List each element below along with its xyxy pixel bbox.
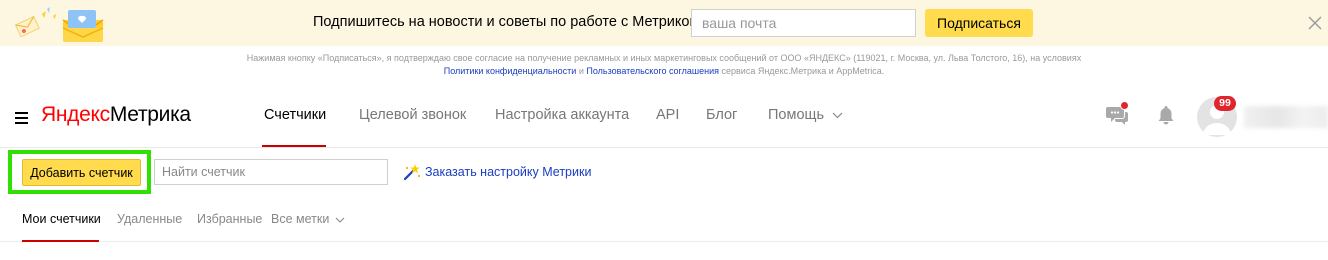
tab-favorites[interactable]: Избранные (197, 212, 262, 226)
bell-icon[interactable] (1157, 104, 1175, 126)
tab-active-indicator (22, 240, 99, 242)
username-blurred[interactable] (1244, 106, 1328, 128)
subscribe-button[interactable]: Подписаться (925, 9, 1033, 37)
chat-notification-dot (1120, 101, 1129, 110)
logo-product: Метрика (109, 103, 191, 126)
envelope-illustration-icon (14, 7, 104, 42)
magic-wand-icon (403, 164, 420, 181)
banner-headline: Подпишитесь на новости и советы по работ… (313, 14, 698, 30)
order-setup-label: Заказать настройку Метрики (425, 165, 592, 179)
legal-and: и (578, 66, 584, 76)
nav-help-label: Помощь (768, 107, 825, 123)
legal-consent-text: Нажимая кнопку «Подписаться», я подтверж… (246, 53, 1082, 63)
nav-active-indicator (262, 145, 326, 147)
close-icon[interactable] (1307, 15, 1323, 31)
nav-blog[interactable]: Блог (706, 107, 737, 123)
privacy-policy-link[interactable]: Политики конфиденциальности (444, 66, 577, 76)
email-input[interactable] (691, 9, 916, 37)
nav-help[interactable]: Помощь (768, 107, 843, 123)
counter-tabs: Мои счетчики Удаленные Избранные Все мет… (0, 200, 1328, 242)
nav-target-call[interactable]: Целевой звонок (359, 107, 466, 123)
legal-note: Нажимая кнопку «Подписаться», я подтверж… (0, 52, 1328, 78)
tab-all-labels[interactable]: Все метки (271, 212, 345, 226)
legal-links-line: Политики конфиденциальности и Пользовате… (0, 65, 1328, 78)
chevron-down-icon (335, 217, 345, 223)
hamburger-menu-icon[interactable] (15, 112, 28, 124)
tab-deleted[interactable]: Удаленные (117, 212, 182, 226)
legal-tail: сервиса Яндекс.Метрика и AppMetrica. (721, 66, 885, 76)
add-counter-button[interactable]: Добавить счетчик (22, 159, 141, 186)
tab-my-counters[interactable]: Мои счетчики (22, 212, 101, 226)
logo[interactable]: ЯндексМетрика (41, 103, 191, 127)
logo-brand: Яндекс (41, 103, 110, 126)
notification-count-badge: 99 (1214, 96, 1236, 111)
user-agreement-link[interactable]: Пользовательского соглашения (586, 66, 719, 76)
counter-search-input[interactable] (154, 159, 388, 185)
subscribe-banner: Подпишитесь на новости и советы по работ… (0, 0, 1328, 46)
nav-counters[interactable]: Счетчики (264, 107, 326, 123)
nav-account-settings[interactable]: Настройка аккаунта (495, 107, 629, 123)
tab-all-labels-label: Все метки (271, 212, 330, 226)
chevron-down-icon (832, 112, 843, 119)
nav-api[interactable]: API (656, 107, 679, 123)
order-setup-link[interactable]: Заказать настройку Метрики (402, 162, 591, 182)
